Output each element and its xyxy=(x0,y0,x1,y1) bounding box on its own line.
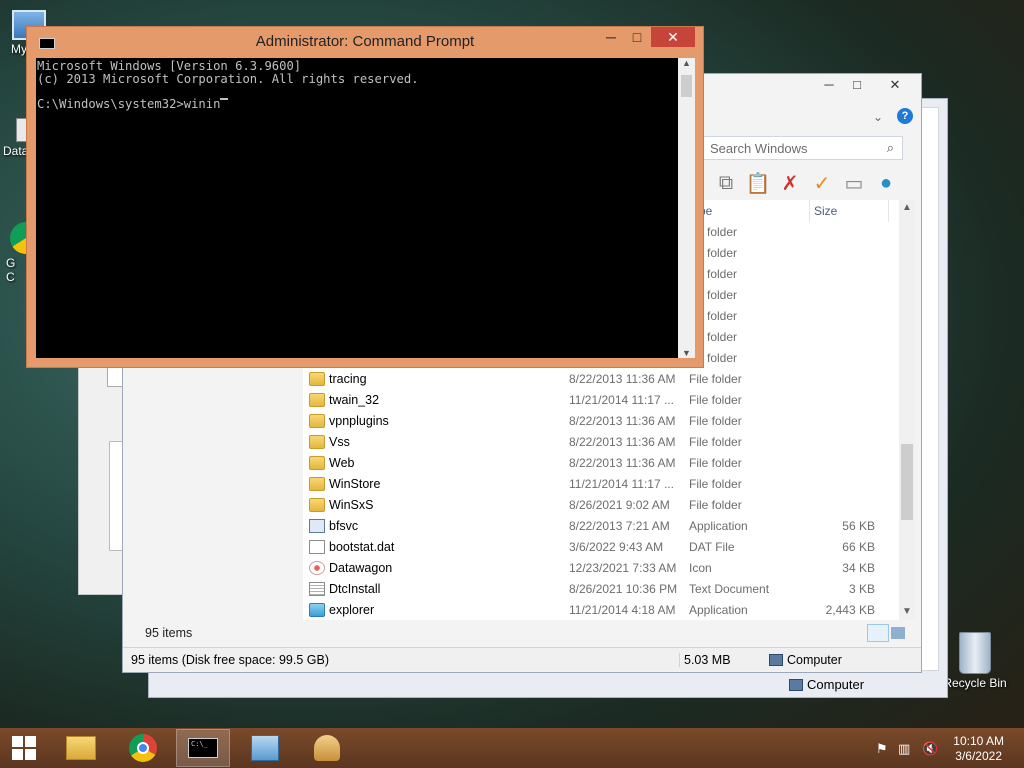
minimize-button[interactable]: ─ xyxy=(815,74,843,98)
desktop-icon-label: G C xyxy=(6,256,16,284)
status-summary: 95 items (Disk free space: 99.5 GB) xyxy=(131,653,329,667)
scroll-down-arrow-icon[interactable]: ▼ xyxy=(899,604,915,620)
explorer-icon xyxy=(309,603,325,617)
table-row[interactable]: bootstat.dat 3/6/2022 9:43 AM DAT File 6… xyxy=(303,537,899,558)
taskbar-control-panel[interactable] xyxy=(238,729,292,767)
folder-icon xyxy=(309,435,325,449)
application-icon xyxy=(309,519,325,533)
large-icons-view-icon[interactable] xyxy=(891,627,905,639)
scroll-up-arrow-icon[interactable]: ▲ xyxy=(678,58,695,68)
vertical-scrollbar[interactable]: ▲ ▼ xyxy=(899,200,915,620)
table-row[interactable]: WinSxS 8/26/2021 9:02 AM File folder xyxy=(303,495,899,516)
action-center-flag-icon[interactable]: ⚑ xyxy=(876,741,888,757)
folder-icon xyxy=(309,372,325,386)
scrollbar-thumb[interactable] xyxy=(681,75,692,97)
text-document-icon xyxy=(309,582,325,596)
search-placeholder: Search Windows xyxy=(710,141,808,156)
icon-file-icon xyxy=(309,561,325,575)
table-row[interactable]: Vss 8/22/2013 11:36 AM File folder xyxy=(303,432,899,453)
scrollbar-thumb[interactable] xyxy=(901,444,913,520)
table-row[interactable]: Datawagon 12/23/2021 7:33 AM Icon 34 KB xyxy=(303,558,899,579)
control-panel-icon xyxy=(251,735,279,761)
desktop-icon-recycle-bin[interactable]: Recycle Bin xyxy=(940,632,1010,690)
console-icon: C:\_ xyxy=(188,738,218,758)
maximize-button[interactable]: □ xyxy=(625,27,649,47)
windows-logo-icon xyxy=(12,736,36,760)
address-dropdown-chevron-icon[interactable]: ⌄ xyxy=(873,110,883,124)
clock-date: 3/6/2022 xyxy=(955,749,1002,763)
clock[interactable]: 10:10 AM 3/6/2022 xyxy=(953,734,1004,764)
table-row[interactable]: Web 8/22/2013 11:36 AM File folder xyxy=(303,453,899,474)
scroll-up-arrow-icon[interactable]: ▲ xyxy=(899,200,915,216)
search-icon: ⌕ xyxy=(886,140,894,155)
column-header-size[interactable]: Size xyxy=(809,200,889,222)
folder-icon xyxy=(309,393,325,407)
users-icon xyxy=(314,735,340,761)
rename-icon[interactable]: ▭ xyxy=(841,170,867,196)
checkmark-icon[interactable]: ✓ xyxy=(809,170,835,196)
copy-icon[interactable]: ⧉ xyxy=(713,170,739,196)
toolbar: ⧉ 📋 ✗ ✓ ▭ ● xyxy=(713,170,899,200)
minimize-button[interactable]: ─ xyxy=(597,27,625,47)
table-row[interactable]: vpnplugins 8/22/2013 11:36 AM File folde… xyxy=(303,411,899,432)
folder-icon xyxy=(66,736,96,760)
taskbar: C:\_ ⚑ ▥ 🔇 10:10 AM 3/6/2022 xyxy=(0,728,1024,768)
file-icon xyxy=(309,540,325,554)
table-row[interactable]: DtcInstall 8/26/2021 10:36 PM Text Docum… xyxy=(303,579,899,600)
table-row[interactable]: tracing 8/22/2013 11:36 AM File folder xyxy=(303,369,899,390)
details-view-icon[interactable] xyxy=(867,624,889,642)
table-row[interactable]: explorer 11/21/2014 4:18 AM Application … xyxy=(303,600,899,621)
items-count: 95 items xyxy=(145,626,193,640)
table-row[interactable]: twain_32 11/21/2014 11:17 ... File folde… xyxy=(303,390,899,411)
delete-icon[interactable]: ✗ xyxy=(777,170,803,196)
console-line: (c) 2013 Microsoft Corporation. All righ… xyxy=(37,71,419,86)
taskbar-users[interactable] xyxy=(300,729,354,767)
folder-icon xyxy=(309,456,325,470)
start-button[interactable] xyxy=(0,729,48,767)
table-row[interactable]: bfsvc 8/22/2013 7:21 AM Application 56 K… xyxy=(303,516,899,537)
scroll-down-arrow-icon[interactable]: ▼ xyxy=(678,348,695,358)
explorer-back-status: Computer xyxy=(789,677,864,692)
view-toggle xyxy=(867,624,905,642)
close-button[interactable]: ✕ xyxy=(651,27,695,47)
network-icon[interactable]: ▥ xyxy=(898,741,910,757)
command-prompt-window[interactable]: Administrator: Command Prompt ─ □ ✕ Micr… xyxy=(26,26,704,368)
console-prompt-line: C:\Windows\system32>winin xyxy=(37,96,221,111)
taskbar-command-prompt[interactable]: C:\_ xyxy=(176,729,230,767)
text-cursor xyxy=(220,97,229,100)
console-line: Microsoft Windows [Version 6.3.9600] xyxy=(37,59,302,73)
globe-icon[interactable]: ● xyxy=(873,170,899,196)
computer-icon xyxy=(769,654,783,666)
folder-icon xyxy=(309,498,325,512)
status-location: Computer xyxy=(807,677,865,692)
status-bar: 95 items (Disk free space: 99.5 GB) 5.03… xyxy=(123,647,921,671)
desktop-icon-label: Recycle Bin xyxy=(943,676,1007,690)
taskbar-file-explorer[interactable] xyxy=(54,729,108,767)
maximize-button[interactable]: □ xyxy=(843,74,871,98)
computer-icon xyxy=(789,678,803,691)
paste-icon[interactable]: 📋 xyxy=(745,170,771,196)
folder-icon xyxy=(309,414,325,428)
table-row[interactable]: WinStore 11/21/2014 11:17 ... File folde… xyxy=(303,474,899,495)
help-icon[interactable]: ? xyxy=(897,108,913,124)
chrome-icon xyxy=(129,734,157,762)
status-location: Computer xyxy=(787,653,842,667)
clock-time: 10:10 AM xyxy=(953,734,1004,748)
search-input[interactable]: Search Windows ⌕ xyxy=(703,136,903,160)
taskbar-chrome[interactable] xyxy=(116,729,170,767)
close-button[interactable]: ✕ xyxy=(875,74,915,98)
console-scrollbar[interactable]: ▲ ▼ xyxy=(678,58,695,358)
volume-muted-icon[interactable]: 🔇 xyxy=(922,741,938,757)
system-tray: ⚑ ▥ 🔇 xyxy=(872,728,952,768)
console-output[interactable]: Microsoft Windows [Version 6.3.9600] (c) … xyxy=(36,58,678,358)
recycle-bin-icon xyxy=(959,632,991,674)
status-size: 5.03 MB xyxy=(679,653,731,667)
folder-icon xyxy=(309,477,325,491)
